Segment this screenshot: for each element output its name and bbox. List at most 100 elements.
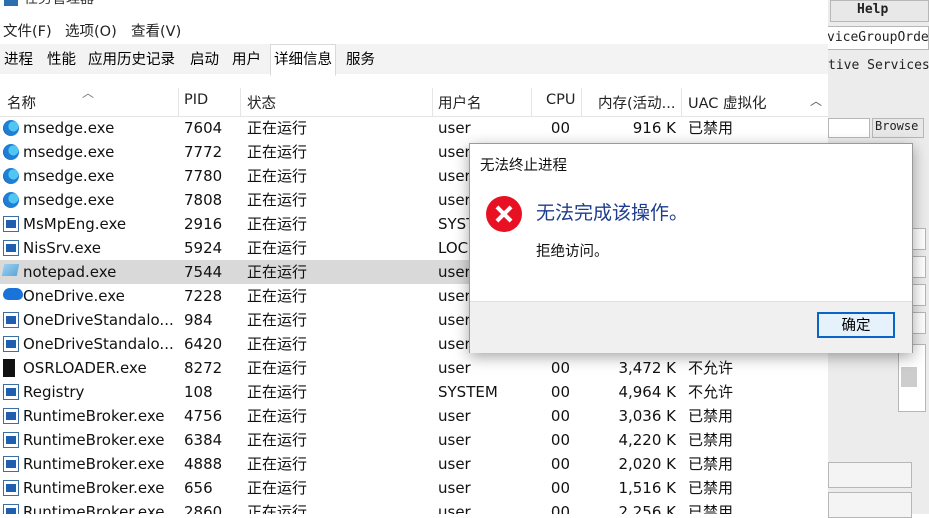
cell-username: user xyxy=(438,143,471,161)
scroll-up-arrow-icon[interactable]: ︿ xyxy=(810,92,822,109)
cell-name: NisSrv.exe xyxy=(23,239,101,257)
ok-button[interactable]: 确定 xyxy=(817,312,895,338)
table-row[interactable]: RuntimeBroker.exe 4756 正在运行 user 00 3,036 K 已禁… xyxy=(0,404,828,428)
cell-name: msedge.exe xyxy=(23,143,115,161)
column-divider[interactable] xyxy=(531,88,532,116)
cell-cpu: 00 xyxy=(550,503,570,514)
app-window-icon xyxy=(3,336,19,352)
close-button[interactable]: ✕ xyxy=(775,0,821,6)
maximize-button[interactable]: ☐ xyxy=(716,0,762,6)
cell-username: user xyxy=(438,431,471,449)
cell-pid: 6384 xyxy=(184,431,223,449)
column-divider[interactable] xyxy=(581,88,582,116)
error-icon xyxy=(486,196,522,232)
cell-memory: 1,516 K xyxy=(618,479,676,497)
error-dialog: 无法终止进程 无法完成该操作。 拒绝访问。 确定 xyxy=(469,143,913,353)
cell-uac: 已禁用 xyxy=(688,455,734,473)
tab-details[interactable]: 详细信息 xyxy=(270,44,336,76)
cell-name: RuntimeBroker.exe xyxy=(23,455,165,473)
cell-name: notepad.exe xyxy=(23,263,117,281)
menu-file[interactable]: 文件(F) xyxy=(3,20,52,41)
service-group-text: viceGroupOrde xyxy=(827,30,929,45)
cell-memory: 2,020 K xyxy=(618,455,676,473)
bg-scroll-thumb[interactable] xyxy=(901,367,917,387)
menu-options[interactable]: 选项(O) xyxy=(65,20,117,41)
path-input[interactable] xyxy=(828,118,870,138)
app-window-icon xyxy=(3,384,19,400)
cell-name: OneDrive.exe xyxy=(23,287,125,305)
tab-performance[interactable]: 性能 xyxy=(44,46,79,74)
col-name[interactable]: 名称 xyxy=(7,92,36,113)
table-row[interactable]: RuntimeBroker.exe 4888 正在运行 user 00 2,020 K 已禁… xyxy=(0,452,828,476)
cell-pid: 4888 xyxy=(184,455,223,473)
help-button[interactable]: Help xyxy=(830,0,929,22)
cell-uac: 已禁用 xyxy=(688,503,734,514)
tab-startup[interactable]: 启动 xyxy=(187,46,222,74)
col-memory[interactable]: 内存(活动... xyxy=(598,92,675,113)
tab-app-history[interactable]: 应用历史记录 xyxy=(85,46,178,74)
cell-status: 正在运行 xyxy=(247,311,308,329)
cell-name: Registry xyxy=(23,383,85,401)
col-username[interactable]: 用户名 xyxy=(438,92,482,113)
table-row[interactable]: RuntimeBroker.exe 656 正在运行 user 00 1,516 K 已禁用 xyxy=(0,476,828,500)
cell-memory: 4,964 K xyxy=(618,383,676,401)
browse-label: Browse xyxy=(875,119,919,133)
cell-name: OneDriveStandalo... xyxy=(23,311,174,329)
column-divider[interactable] xyxy=(178,88,179,116)
service-group-field[interactable]: viceGroupOrde xyxy=(826,26,929,50)
cell-uac: 不允许 xyxy=(688,383,734,401)
osrloader-icon xyxy=(3,359,15,377)
cell-status: 正在运行 xyxy=(247,191,308,209)
cell-name: RuntimeBroker.exe xyxy=(23,407,165,425)
cell-status: 正在运行 xyxy=(247,503,308,514)
table-row[interactable]: RuntimeBroker.exe 6384 正在运行 user 00 4,220 K 已禁… xyxy=(0,428,828,452)
cell-status: 正在运行 xyxy=(247,215,308,233)
cell-memory: 3,036 K xyxy=(618,407,676,425)
dialog-content-text: 拒绝访问。 xyxy=(536,244,609,260)
col-status[interactable]: 状态 xyxy=(247,92,276,113)
sort-up-icon: ︿ xyxy=(82,86,95,100)
tab-services[interactable]: 服务 xyxy=(343,46,378,74)
tab-users[interactable]: 用户 xyxy=(229,46,264,74)
cell-uac: 已禁用 xyxy=(688,407,734,425)
cell-username: user xyxy=(438,287,471,305)
cell-uac: 已禁用 xyxy=(688,479,734,497)
bg-scroll-list[interactable] xyxy=(898,344,926,412)
cell-pid: 7228 xyxy=(184,287,223,305)
tab-processes[interactable]: 进程 xyxy=(1,46,36,74)
browse-button[interactable]: Browse xyxy=(872,118,924,138)
app-window-icon xyxy=(3,504,19,514)
menu-view[interactable]: 查看(V) xyxy=(131,20,181,41)
cell-memory: 4,220 K xyxy=(618,431,676,449)
col-pid[interactable]: PID xyxy=(184,92,208,108)
dialog-title: 无法终止进程 xyxy=(480,158,567,174)
column-divider[interactable] xyxy=(240,88,241,116)
cell-pid: 6420 xyxy=(184,335,223,353)
cell-username: user xyxy=(438,479,471,497)
table-row[interactable]: RuntimeBroker.exe 2860 正在运行 user 00 2,256 K 已禁… xyxy=(0,500,828,514)
cell-status: 正在运行 xyxy=(247,263,308,281)
column-divider[interactable] xyxy=(432,88,433,116)
cell-pid: 7604 xyxy=(184,119,223,137)
app-window-icon xyxy=(3,480,19,496)
cell-username: user xyxy=(438,167,471,185)
app-window-icon xyxy=(3,240,19,256)
task-manager-icon xyxy=(4,0,18,6)
col-cpu[interactable]: CPU xyxy=(546,92,575,108)
cell-cpu: 00 xyxy=(550,359,570,377)
edge-icon xyxy=(3,144,19,160)
cell-status: 正在运行 xyxy=(247,455,308,473)
cell-status: 正在运行 xyxy=(247,383,308,401)
table-row[interactable]: OSRLOADER.exe 8272 正在运行 user 00 3,472 K 不允许 xyxy=(0,356,828,380)
cell-status: 正在运行 xyxy=(247,239,308,257)
cell-pid: 4756 xyxy=(184,407,223,425)
table-row[interactable]: msedge.exe 7604 正在运行 user 00 916 K 已禁用 xyxy=(0,116,828,140)
cell-pid: 7780 xyxy=(184,167,223,185)
col-uac[interactable]: UAC 虚拟化 xyxy=(688,92,767,113)
cell-pid: 656 xyxy=(184,479,213,497)
table-row[interactable]: Registry 108 正在运行 SYSTEM 00 4,964 K 不允许 xyxy=(0,380,828,404)
cell-memory: 916 K xyxy=(632,119,676,137)
bg-panel-1 xyxy=(828,462,912,488)
column-divider[interactable] xyxy=(681,88,682,116)
cell-pid: 984 xyxy=(184,311,213,329)
